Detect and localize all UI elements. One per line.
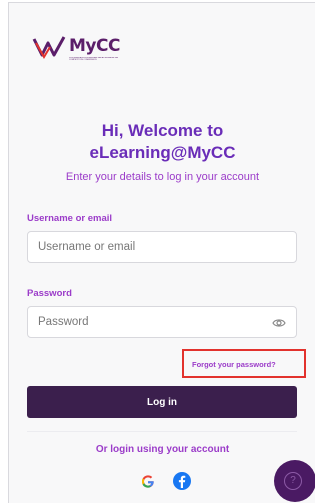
forgot-password-link[interactable]: Forgot your password? [192,360,276,369]
welcome-title-line1: Hi, Welcome to [101,121,224,140]
google-icon[interactable] [138,471,158,491]
help-icon: ? [284,472,302,490]
forgot-password-highlight: Forgot your password? [182,349,306,378]
username-input[interactable]: Username or email [27,231,297,263]
welcome-title-line2: eLearning@MyCC [89,143,236,162]
eye-icon[interactable] [272,317,286,329]
divider [27,431,297,432]
mycc-logo: MyCC SURUHANJAYA PERSAINGAN MALAYSIA MAL… [32,33,124,67]
logo-tagline: SURUHANJAYA PERSAINGAN MALAYSIA MALAYSIA… [69,57,118,61]
help-button[interactable]: ? [274,460,315,502]
logo-swoosh-icon [32,36,66,59]
username-placeholder: Username or email [38,241,136,253]
username-label: Username or email [27,213,113,224]
password-label: Password [27,288,72,299]
welcome-title: Hi, Welcome to eLearning@MyCC [9,120,315,164]
welcome-subtitle: Enter your details to log in your accoun… [65,171,260,183]
social-login-text: Or login using your account [95,444,230,455]
password-placeholder: Password [38,316,89,328]
facebook-icon[interactable] [172,471,192,491]
password-input[interactable]: Password [27,306,297,338]
logo-text: MyCC [69,36,120,56]
login-panel: MyCC SURUHANJAYA PERSAINGAN MALAYSIA MAL… [8,2,315,503]
login-button[interactable]: Log in [27,386,297,418]
